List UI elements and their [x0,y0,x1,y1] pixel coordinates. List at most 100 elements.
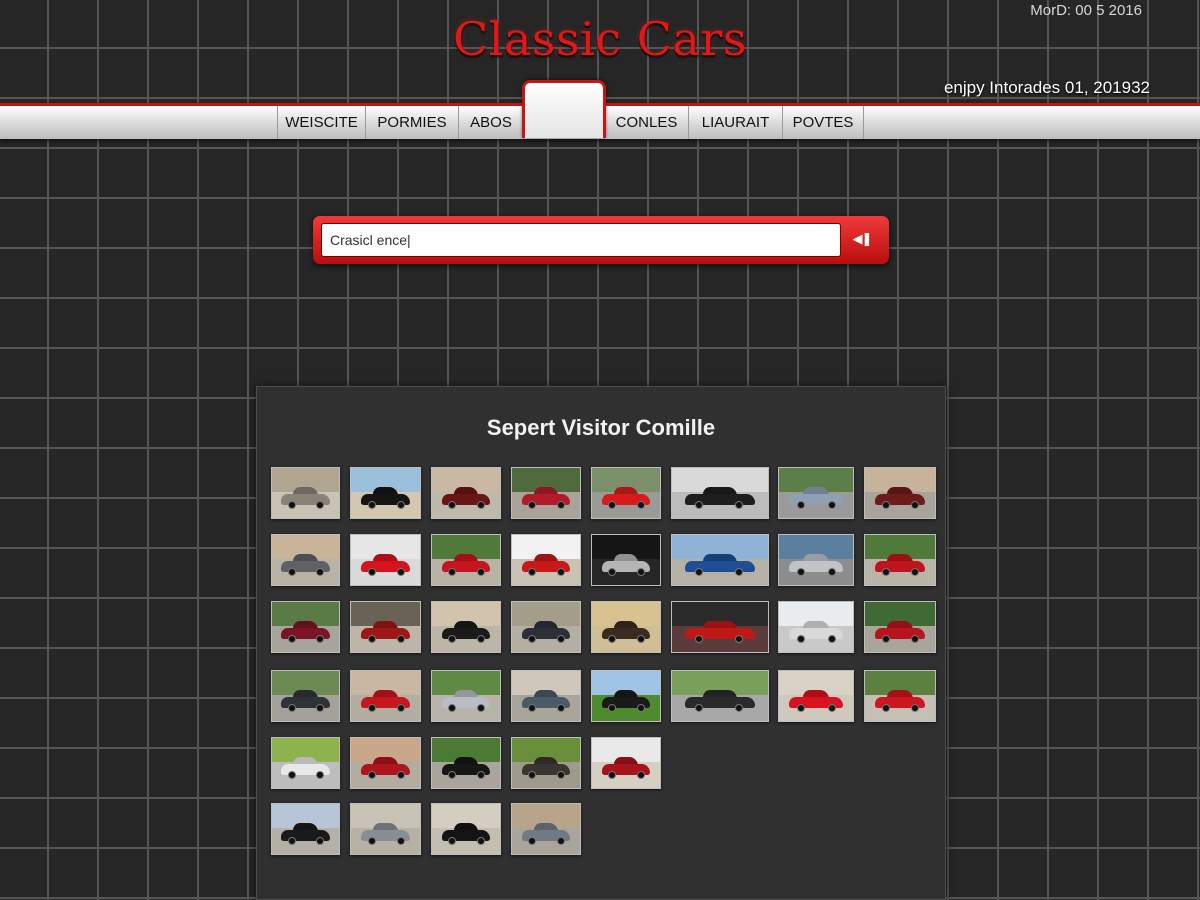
car-wheel [528,635,537,643]
car-wheel [608,704,617,712]
car-photo-thumbnail[interactable] [431,534,501,586]
car-wheel [608,501,617,509]
car-photo-thumbnail[interactable] [350,803,421,855]
car-photo-thumbnail[interactable] [671,467,769,519]
car-wheel [367,635,376,643]
car-wheel [636,568,645,576]
car-photo-thumbnail[interactable] [271,534,340,586]
car-photo-thumbnail[interactable] [591,601,661,653]
car-wheel [796,704,805,712]
car-wheel [367,704,376,712]
tab-povtes[interactable]: POVTES [782,106,864,139]
car-wheel [827,704,836,712]
car-wheel [476,837,485,845]
car-wheel [448,771,457,779]
tab-weiscite[interactable]: WEISCITE [277,106,365,139]
car-photo-thumbnail[interactable] [591,737,661,789]
car-wheel [636,771,645,779]
car-photo-thumbnail[interactable] [591,534,661,586]
car-photo-thumbnail[interactable] [431,601,501,653]
car-photo-thumbnail[interactable] [431,737,501,789]
car-wheel [556,501,565,509]
car-wheel [881,568,890,576]
search-input[interactable] [321,223,841,257]
car-photo-thumbnail[interactable] [864,601,936,653]
car-photo-thumbnail[interactable] [778,467,854,519]
car-photo-thumbnail[interactable] [350,601,421,653]
car-wheel [556,837,565,845]
car-wheel [796,635,805,643]
car-photo-thumbnail[interactable] [271,601,340,653]
car-wheel [528,501,537,509]
car-wheel [528,837,537,845]
car-photo-thumbnail[interactable] [511,534,581,586]
car-wheel [396,501,405,509]
car-photo-thumbnail[interactable] [778,534,854,586]
tab-pormies[interactable]: PORMIES [365,106,458,139]
car-wheel [528,568,537,576]
car-wheel [636,635,645,643]
tab-active-blank[interactable] [522,80,606,138]
car-wheel [367,501,376,509]
car-wheel [528,704,537,712]
car-photo-thumbnail[interactable] [511,737,581,789]
car-wheel [476,568,485,576]
car-wheel [881,704,890,712]
page-title: Classic Cars [453,12,747,66]
car-photo-thumbnail[interactable] [591,670,661,722]
car-wheel [316,568,325,576]
car-photo-thumbnail[interactable] [350,467,421,519]
car-wheel [396,771,405,779]
search-button[interactable]: ◀❚ [845,223,879,257]
car-photo-thumbnail[interactable] [271,670,340,722]
car-wheel [556,635,565,643]
car-wheel [608,568,617,576]
car-wheel [796,501,805,509]
car-photo-thumbnail[interactable] [431,803,501,855]
car-photo-thumbnail[interactable] [271,737,340,789]
car-photo-thumbnail[interactable] [591,467,661,519]
car-wheel [556,771,565,779]
car-photo-thumbnail[interactable] [511,601,581,653]
car-photo-thumbnail[interactable] [271,803,340,855]
car-wheel [911,635,920,643]
car-photo-thumbnail[interactable] [671,670,769,722]
car-wheel [316,704,325,712]
car-photo-thumbnail[interactable] [511,670,581,722]
car-wheel [556,704,565,712]
car-photo-thumbnail[interactable] [350,534,421,586]
car-photo-thumbnail[interactable] [671,601,769,653]
car-photo-thumbnail[interactable] [350,737,421,789]
car-photo-thumbnail[interactable] [864,534,936,586]
tab-conles[interactable]: CONLES [604,106,688,139]
car-wheel [448,635,457,643]
car-photo-thumbnail[interactable] [778,601,854,653]
tab-liaurait[interactable]: LIAURAIT [688,106,782,139]
tab-abos[interactable]: ABOS [458,106,524,139]
car-photo-thumbnail[interactable] [778,670,854,722]
car-photo-thumbnail[interactable] [511,803,581,855]
car-wheel [911,501,920,509]
car-wheel [367,771,376,779]
car-wheel [316,837,325,845]
car-photo-thumbnail[interactable] [431,467,501,519]
car-photo-thumbnail[interactable] [671,534,769,586]
car-wheel [288,568,297,576]
car-wheel [448,568,457,576]
car-photo-thumbnail[interactable] [271,467,340,519]
car-photo-thumbnail[interactable] [350,670,421,722]
car-photo-thumbnail[interactable] [431,670,501,722]
car-wheel [396,568,405,576]
car-wheel [796,568,805,576]
car-wheel [288,837,297,845]
car-wheel [288,501,297,509]
car-wheel [695,704,704,712]
car-wheel [636,501,645,509]
header-date: MorD: 00 5 2016 [1030,2,1142,19]
car-wheel [556,568,565,576]
car-photo-thumbnail[interactable] [864,670,936,722]
car-wheel [288,704,297,712]
car-photo-thumbnail[interactable] [864,467,936,519]
car-photo-thumbnail[interactable] [511,467,581,519]
car-wheel [881,635,890,643]
